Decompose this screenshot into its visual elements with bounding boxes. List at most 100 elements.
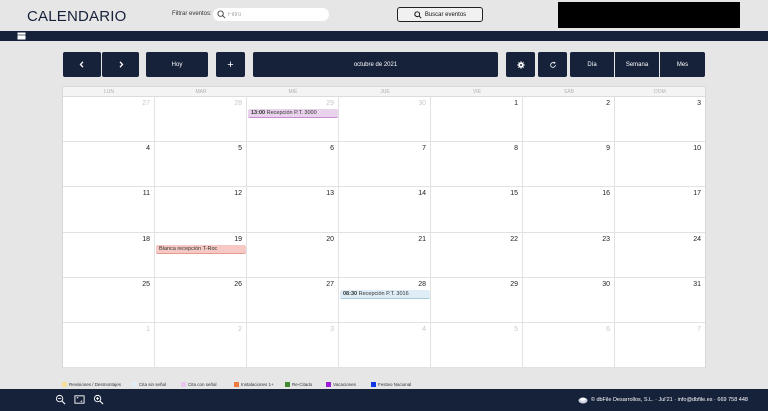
next-button[interactable] [102, 52, 139, 77]
day-cell[interactable]: 12 [155, 187, 247, 233]
day-number: 18 [142, 235, 150, 243]
calendar-event[interactable]: 08:30 Recepción P.T. 3016 [340, 289, 430, 299]
day-number: 19 [234, 235, 242, 243]
day-cell[interactable]: 27 [63, 97, 155, 143]
day-cell[interactable]: 2 [523, 97, 615, 143]
day-cell[interactable]: 14 [339, 187, 431, 233]
day-number: 1 [514, 100, 518, 107]
day-number: 3 [330, 326, 334, 333]
day-cell[interactable]: 26 [155, 277, 247, 323]
view-month-button[interactable]: Mes [660, 52, 705, 77]
day-cell[interactable]: 7 [339, 142, 431, 188]
day-cell[interactable]: 22 [431, 232, 523, 278]
day-cell[interactable]: 1 [63, 323, 155, 369]
day-cell[interactable]: 13 [247, 187, 339, 233]
legend-item: Instalaciones 1+ [234, 380, 274, 388]
day-cell[interactable]: 30 [339, 97, 431, 143]
calendar-event[interactable]: 13:00 Recepción P.T. 3000 [248, 109, 338, 118]
day-cell[interactable]: 24 [615, 233, 705, 278]
day-cell[interactable]: 29 [431, 277, 523, 323]
page-title: CALENDARIO [27, 8, 127, 25]
day-cell[interactable]: 5 [155, 142, 247, 188]
day-number: 12 [234, 190, 242, 198]
legend-swatch [371, 381, 376, 387]
day-number: 20 [326, 235, 334, 243]
refresh-button[interactable] [538, 52, 567, 77]
day-cell[interactable]: 10 [615, 142, 705, 188]
filter-search-box[interactable] [213, 8, 329, 21]
event-title: Recepción P.T. 3000 [266, 110, 317, 116]
day-cell[interactable]: 27 [247, 277, 339, 323]
day-cell[interactable]: 11 [63, 187, 155, 233]
day-cell[interactable]: 8 [431, 142, 523, 188]
weekday-label: LUN [103, 89, 114, 95]
day-number: 5 [238, 145, 242, 153]
day-number: 5 [514, 326, 518, 333]
settings-button[interactable] [506, 52, 535, 77]
fit-screen-icon[interactable] [74, 394, 85, 405]
day-cell[interactable]: 16 [523, 187, 615, 233]
day-cell[interactable]: 9 [523, 142, 615, 188]
search-events-label: Buscar eventos [424, 11, 467, 18]
day-number: 7 [422, 145, 426, 153]
day-cell[interactable]: 4 [339, 323, 431, 369]
calendar-toolbar: Hoy + octubre de 2021 Día Semana Mes [0, 52, 768, 77]
legend-swatch [132, 381, 137, 387]
today-button[interactable]: Hoy [146, 52, 208, 77]
weekday-label: JUE [380, 89, 390, 95]
view-day-button[interactable]: Día [570, 52, 614, 77]
day-number: 28 [418, 280, 426, 288]
add-event-button[interactable]: + [216, 52, 245, 77]
day-cell[interactable]: 30 [523, 277, 615, 323]
legend-swatch [234, 381, 239, 387]
event-title: Recepción P.T. 3016 [358, 290, 409, 297]
legend-item: Cita sin señal [132, 380, 166, 388]
redacted-area [558, 2, 740, 28]
view-week-button[interactable]: Semana [615, 52, 659, 77]
day-cell[interactable]: 4 [63, 142, 155, 188]
calendar-event[interactable]: Blanca recepción T-Roc [156, 244, 246, 254]
dbfile-logo-icon [578, 397, 588, 404]
day-cell[interactable]: 6 [523, 323, 615, 369]
day-cell[interactable]: 28 [339, 277, 431, 323]
day-cell[interactable]: 3 [615, 97, 705, 143]
day-cell[interactable]: 17 [615, 187, 705, 233]
day-cell[interactable]: 3 [247, 323, 339, 369]
day-cell[interactable]: 19 [155, 232, 247, 278]
day-number: 26 [234, 280, 242, 288]
weekday-header: LUN MAR MIÉ JUE VIE SÁB DOM [63, 87, 705, 97]
day-cell[interactable]: 15 [431, 187, 523, 233]
day-cell[interactable]: 21 [339, 232, 431, 278]
day-cell[interactable]: 6 [247, 142, 339, 188]
legend-item: Cita con señal [181, 380, 217, 388]
day-cell[interactable]: 23 [523, 232, 615, 278]
day-number: 30 [602, 280, 610, 288]
day-cell[interactable]: 31 [615, 278, 705, 323]
day-cell[interactable]: 1 [431, 97, 523, 143]
zoom-in-icon[interactable] [93, 394, 104, 405]
day-cell[interactable]: 29 [247, 97, 339, 143]
day-cell[interactable]: 28 [155, 97, 247, 143]
zoom-out-icon[interactable] [55, 394, 66, 405]
legend-label: Cita con señal [188, 381, 217, 387]
legend-item: Revisiones / Desmontajes [62, 380, 121, 388]
day-cell[interactable]: 2 [155, 323, 247, 369]
event-time: 13:00 [251, 110, 266, 116]
legend-swatch [62, 381, 67, 387]
day-cell[interactable]: 20 [247, 232, 339, 278]
filter-input[interactable] [228, 9, 324, 20]
day-cell[interactable]: 25 [63, 277, 155, 323]
legend-label: Cita sin señal [139, 381, 167, 387]
day-number: 17 [693, 190, 701, 198]
search-events-button[interactable]: Buscar eventos [397, 7, 483, 22]
day-number: 28 [234, 100, 242, 107]
day-number: 14 [418, 190, 426, 198]
day-number: 29 [510, 280, 518, 288]
day-cell[interactable]: 5 [431, 323, 523, 369]
day-cell[interactable]: 7 [615, 323, 705, 369]
day-number: 15 [510, 190, 518, 198]
calendar-icon[interactable] [17, 32, 26, 40]
day-cell[interactable]: 18 [63, 232, 155, 278]
prev-button[interactable] [63, 52, 101, 77]
chevron-left-icon [79, 61, 84, 68]
